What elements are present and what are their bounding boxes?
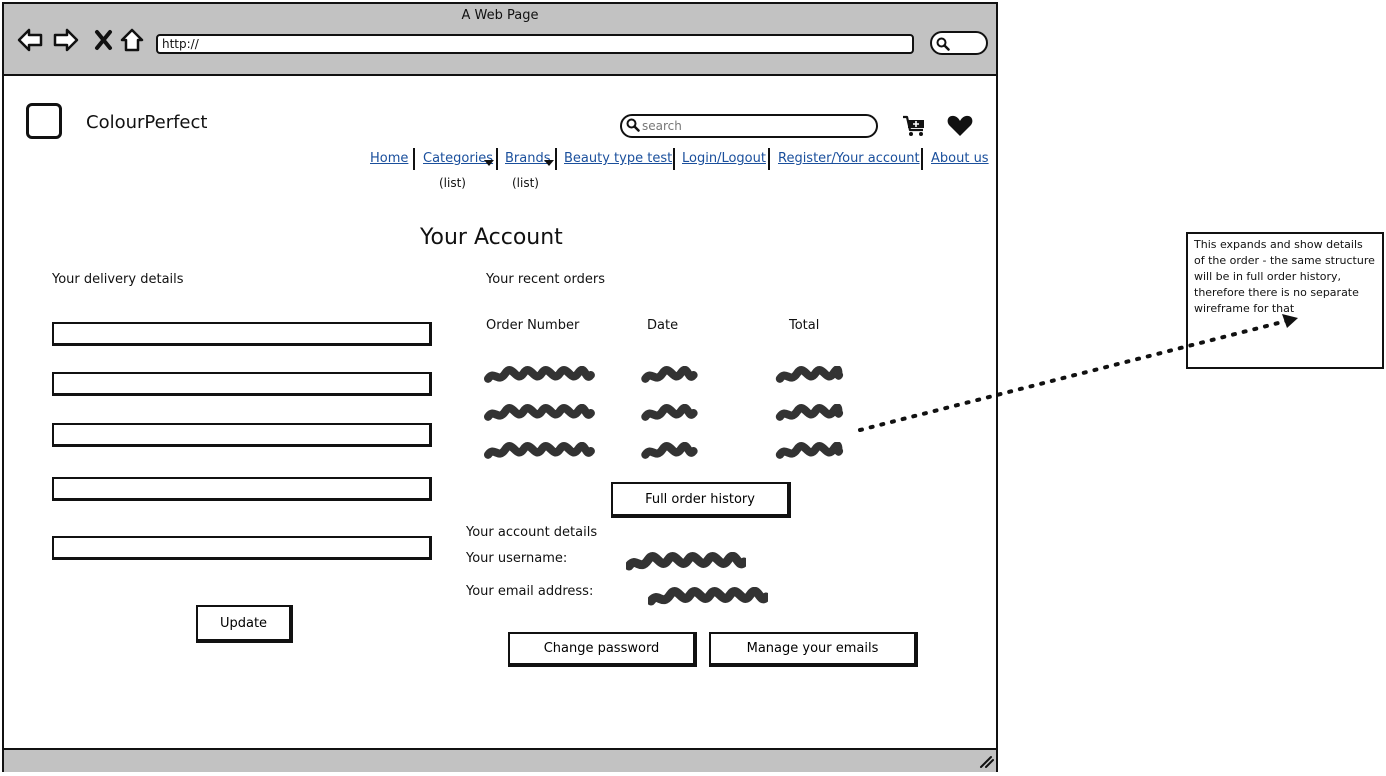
column-header-order-number: Order Number bbox=[486, 318, 580, 333]
search-icon bbox=[626, 118, 640, 132]
back-icon[interactable] bbox=[16, 26, 44, 54]
brand-name[interactable]: ColourPerfect bbox=[86, 112, 207, 133]
page-title: Your Account bbox=[420, 225, 563, 250]
delivery-field[interactable] bbox=[52, 536, 432, 560]
menu-about[interactable]: About us bbox=[931, 151, 989, 166]
cart-icon[interactable] bbox=[902, 114, 928, 138]
stop-icon[interactable] bbox=[90, 26, 118, 54]
delivery-field[interactable] bbox=[52, 477, 432, 501]
recent-orders-label: Your recent orders bbox=[486, 272, 605, 287]
status-bar bbox=[4, 748, 996, 772]
order-list bbox=[478, 364, 858, 468]
redacted-order-total[interactable] bbox=[774, 404, 844, 424]
categories-submenu-note: (list) bbox=[439, 176, 466, 190]
change-password-button[interactable]: Change password bbox=[508, 632, 697, 667]
redacted-order-date[interactable] bbox=[640, 442, 698, 462]
menu-divider bbox=[768, 148, 770, 170]
redacted-order-date[interactable] bbox=[640, 404, 698, 424]
redacted-order-number[interactable] bbox=[480, 442, 598, 462]
logo[interactable] bbox=[26, 103, 62, 139]
delivery-field[interactable] bbox=[52, 372, 432, 396]
account-details-label: Your account details bbox=[466, 525, 598, 540]
redacted-order-date[interactable] bbox=[640, 366, 698, 386]
redacted-order-number[interactable] bbox=[480, 404, 598, 424]
username-label: Your username: bbox=[466, 551, 568, 566]
heart-icon[interactable] bbox=[946, 114, 974, 138]
menu-divider bbox=[921, 148, 923, 170]
annotation-note: This expands and show details of the ord… bbox=[1186, 232, 1384, 369]
menu-categories[interactable]: Categories bbox=[423, 151, 493, 166]
update-button[interactable]: Update bbox=[196, 605, 293, 643]
delivery-field[interactable] bbox=[52, 322, 432, 346]
menu-home[interactable]: Home bbox=[370, 151, 408, 166]
search-icon bbox=[936, 37, 950, 51]
home-icon[interactable] bbox=[118, 26, 146, 54]
address-bar[interactable]: http:// bbox=[156, 34, 914, 54]
window-title: A Web Page bbox=[461, 8, 539, 23]
browser-chrome: A Web Page http:// bbox=[4, 4, 996, 76]
column-header-date: Date bbox=[647, 318, 679, 333]
browser-search-box[interactable] bbox=[930, 31, 988, 55]
brands-submenu-note: (list) bbox=[512, 176, 539, 190]
menu-login[interactable]: Login/Logout bbox=[682, 151, 766, 166]
redacted-username bbox=[626, 552, 746, 571]
redacted-order-total[interactable] bbox=[774, 442, 844, 462]
redacted-order-number[interactable] bbox=[480, 366, 598, 386]
delivery-details-label: Your delivery details bbox=[52, 272, 184, 287]
redacted-order-total[interactable] bbox=[774, 366, 844, 386]
menu-divider bbox=[496, 148, 498, 170]
menu-divider bbox=[555, 148, 557, 170]
chevron-down-icon[interactable] bbox=[544, 160, 554, 166]
menu-beauty-test[interactable]: Beauty type test bbox=[564, 151, 672, 166]
menu-register[interactable]: Register/Your account bbox=[778, 151, 920, 166]
redacted-email bbox=[648, 587, 768, 606]
column-header-total: Total bbox=[789, 318, 820, 333]
resize-grip-icon[interactable] bbox=[978, 754, 994, 768]
full-order-history-button[interactable]: Full order history bbox=[611, 482, 791, 518]
site-search-input[interactable]: search bbox=[620, 114, 878, 138]
delivery-field[interactable] bbox=[52, 423, 432, 447]
menu-divider bbox=[413, 148, 415, 170]
menu-divider bbox=[673, 148, 675, 170]
forward-icon[interactable] bbox=[52, 26, 80, 54]
manage-emails-button[interactable]: Manage your emails bbox=[709, 632, 918, 667]
chevron-down-icon[interactable] bbox=[484, 160, 494, 166]
email-label: Your email address: bbox=[466, 584, 594, 599]
